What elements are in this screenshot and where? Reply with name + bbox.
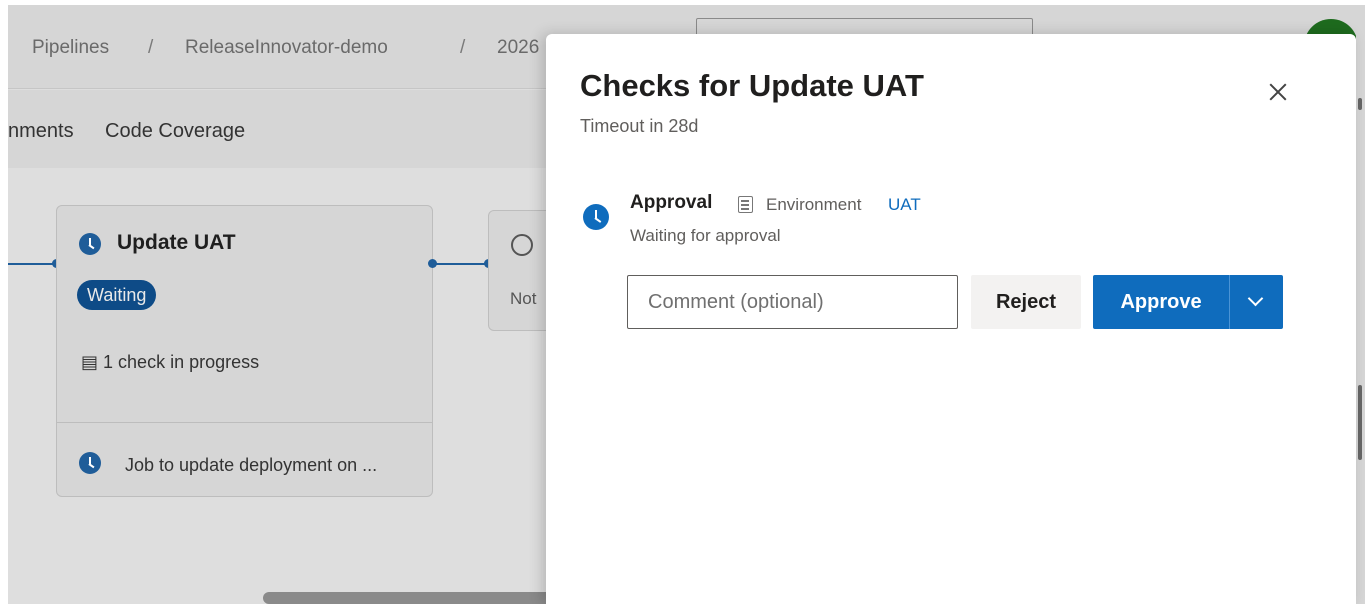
- right-edge: [1356, 5, 1365, 604]
- breadcrumb-pipelines[interactable]: Pipelines: [32, 37, 109, 59]
- breadcrumb-separator: /: [148, 37, 154, 58]
- clock-icon: [79, 233, 101, 255]
- breadcrumb-project[interactable]: ReleaseInnovator-demo: [185, 37, 388, 59]
- stage-card-update-uat[interactable]: Update UAT Waiting ▤ 1 check in progress…: [56, 205, 433, 497]
- breadcrumb-run[interactable]: 2026: [497, 37, 539, 59]
- vertical-scrollbar[interactable]: [1358, 385, 1362, 460]
- reject-button[interactable]: Reject: [971, 275, 1081, 329]
- checklist-icon: ▤: [81, 352, 99, 372]
- chevron-down-icon: [1247, 290, 1264, 307]
- job-label[interactable]: Job to update deployment on ...: [125, 455, 377, 476]
- tab-environments[interactable]: nments: [8, 120, 74, 143]
- approval-status: Waiting for approval: [630, 226, 781, 245]
- card-divider: [57, 422, 432, 423]
- environment-link[interactable]: UAT: [888, 195, 921, 215]
- next-stage-status: Not: [510, 289, 537, 308]
- panel-subtitle: Timeout in 28d: [580, 116, 699, 136]
- approval-title: Approval: [630, 192, 713, 213]
- panel-title: Checks for Update UAT: [580, 68, 924, 103]
- checks-panel: Checks for Update UAT Timeout in 28d App…: [546, 34, 1356, 604]
- approve-button[interactable]: Approve: [1093, 275, 1229, 329]
- comment-input[interactable]: [627, 275, 958, 329]
- checks-in-progress[interactable]: ▤ 1 check in progress: [81, 352, 259, 373]
- connector-line: [433, 263, 488, 265]
- clock-icon: [583, 204, 609, 230]
- scroll-marker: [1358, 98, 1362, 110]
- environment-label: Environment: [766, 195, 862, 214]
- stage-title: Update UAT: [117, 231, 236, 254]
- breadcrumb-separator: /: [460, 37, 466, 58]
- clock-icon: [79, 452, 101, 474]
- pending-circle-icon: [511, 234, 533, 256]
- horizontal-scrollbar[interactable]: [263, 592, 563, 604]
- tab-code-coverage[interactable]: Code Coverage: [105, 120, 245, 143]
- checks-label: 1 check in progress: [103, 352, 260, 372]
- status-badge: Waiting: [77, 280, 157, 310]
- connector-line: [8, 263, 56, 265]
- environment-icon: [738, 196, 753, 213]
- close-icon[interactable]: [1264, 78, 1292, 106]
- approve-options-button[interactable]: [1229, 275, 1283, 329]
